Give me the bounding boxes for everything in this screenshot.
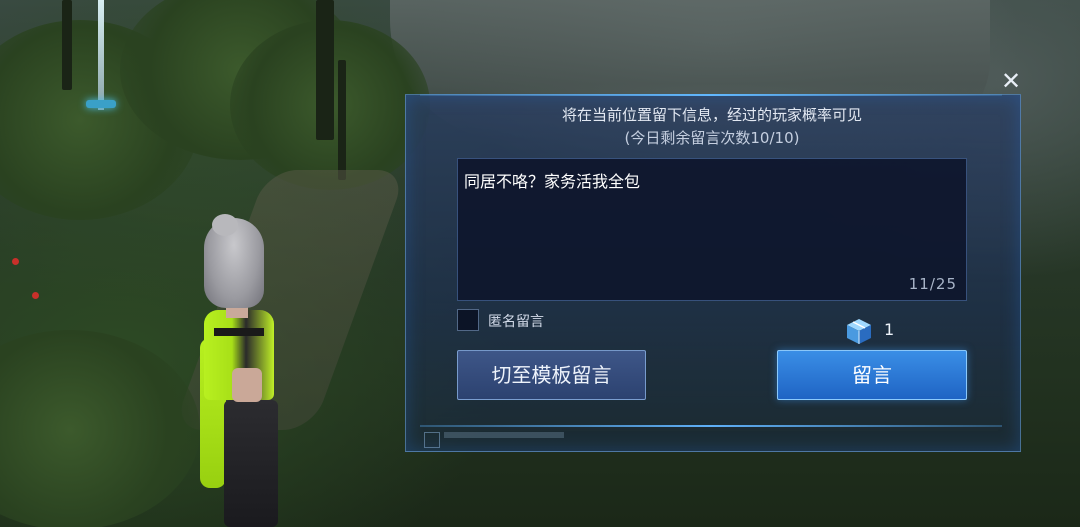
lamp-glow — [86, 100, 116, 108]
tree-trunk — [62, 0, 72, 90]
character-hair-bun — [212, 214, 238, 236]
message-text: 同居不咯？家务活我全包 — [464, 172, 641, 191]
submit-message-button[interactable]: 留言 — [777, 350, 967, 400]
character-waist — [232, 368, 262, 402]
dialog-corner-decoration — [424, 432, 440, 448]
anonymous-checkbox[interactable] — [457, 309, 479, 331]
remaining-count-text: (今日剩余留言次数10/10) — [624, 129, 800, 147]
item-count: 1 — [884, 320, 895, 339]
player-character — [196, 214, 286, 527]
red-flower — [12, 258, 19, 265]
grass-patch — [0, 330, 200, 527]
gift-box-icon — [847, 319, 871, 344]
dialog-top-border — [420, 94, 1002, 96]
lamp-post — [98, 0, 104, 110]
anonymous-label: 匿名留言 — [488, 314, 544, 330]
info-text: 将在当前位置留下信息，经过的玩家概率可见 — [561, 106, 862, 124]
close-icon[interactable]: ✕ — [998, 68, 1024, 94]
character-jacket-stripe — [214, 328, 264, 336]
red-flower — [32, 292, 39, 299]
switch-template-button[interactable]: 切至模板留言 — [457, 350, 646, 400]
character-counter: 11/25 — [908, 275, 957, 293]
dialog-bottom-border — [420, 425, 1002, 427]
tree-trunk — [316, 0, 334, 140]
message-input[interactable]: 同居不咯？家务活我全包 11/25 — [457, 158, 967, 301]
character-legs — [224, 400, 278, 527]
tree-trunk — [338, 60, 346, 180]
dialog-corner-faint-text — [444, 432, 564, 438]
